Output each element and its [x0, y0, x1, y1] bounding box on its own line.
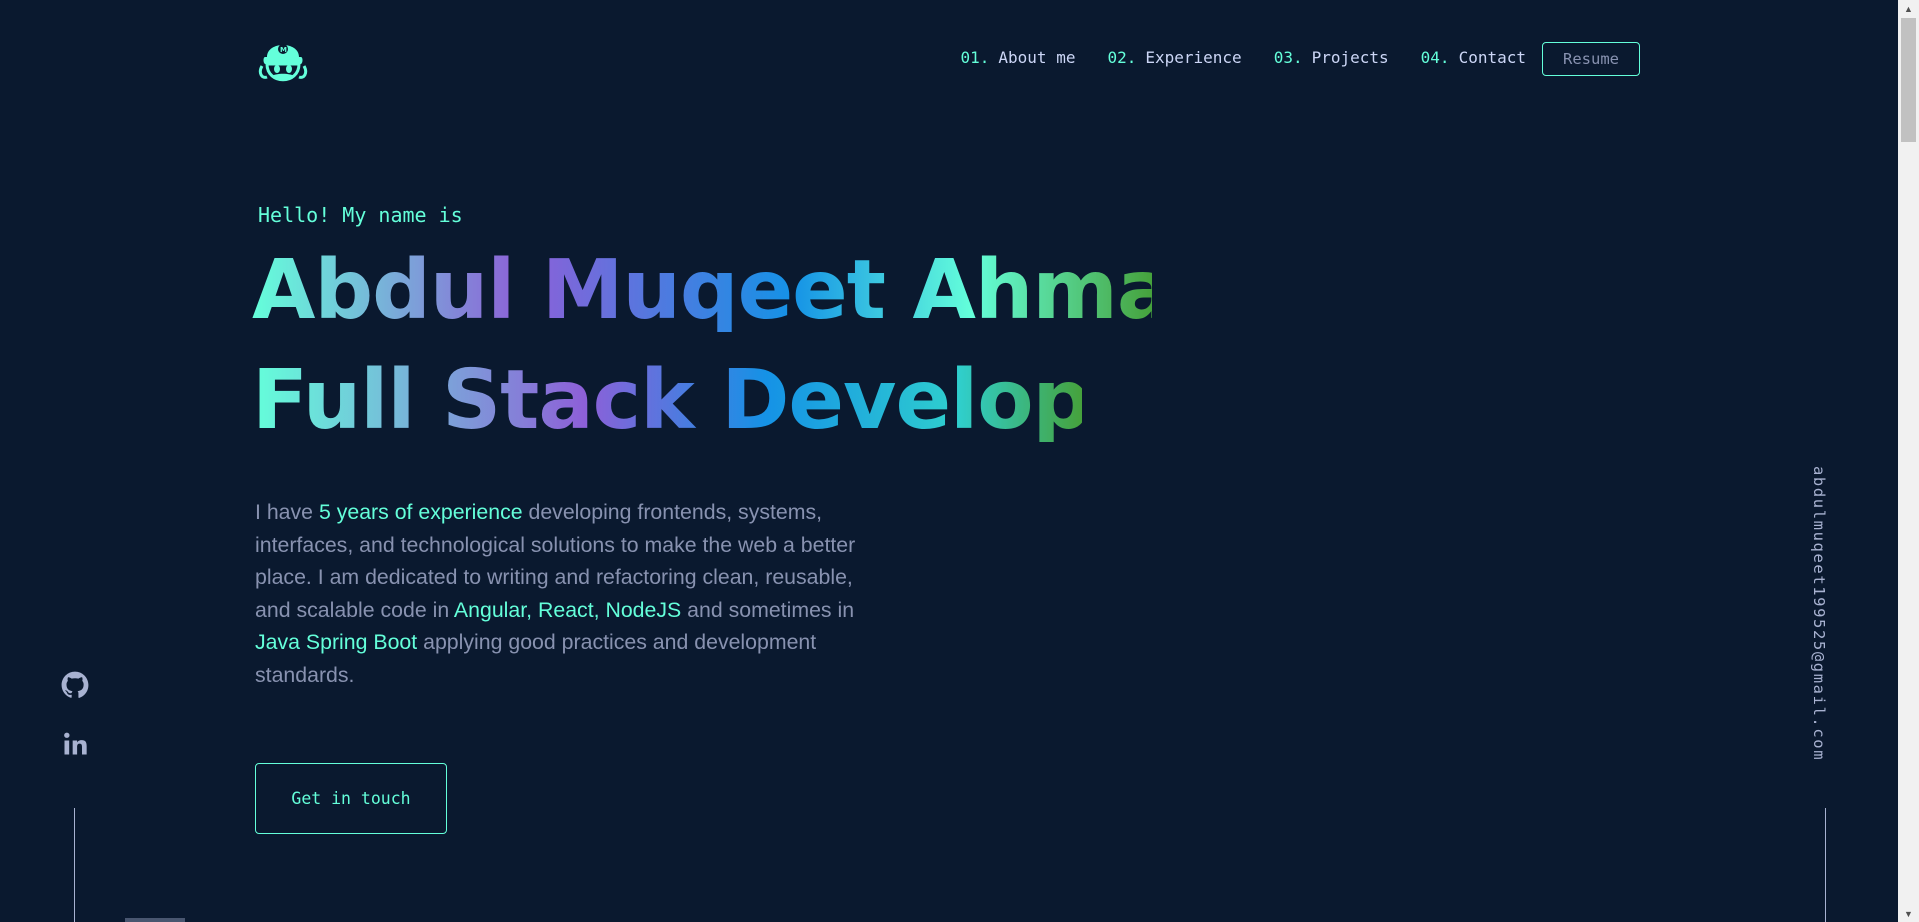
page-scrollbar[interactable]: ▲ ▼	[1898, 0, 1919, 922]
nav-number: 02.	[1107, 48, 1137, 67]
email-link[interactable]: abdulmuqeet199525@gmail.com	[1810, 466, 1828, 761]
hero-bio: I have 5 years of experience developing …	[255, 496, 885, 691]
bottom-element-edge	[125, 918, 185, 922]
nav-item-experience[interactable]: 02. Experience	[1107, 48, 1241, 67]
resume-button[interactable]: Resume	[1542, 42, 1640, 76]
bio-highlight-java: Java Spring Boot	[255, 630, 418, 654]
greeting-text: Hello! My name is	[258, 203, 463, 227]
nav-number: 03.	[1273, 48, 1303, 67]
bio-highlight-stack: Angular, React, NodeJS	[453, 597, 682, 622]
nav-item-about[interactable]: 01. About me	[960, 48, 1075, 67]
right-divider-line	[1825, 808, 1826, 922]
github-icon[interactable]	[61, 671, 89, 699]
get-in-touch-button[interactable]: Get in touch	[255, 763, 447, 834]
scroll-down-arrow-icon[interactable]: ▼	[1898, 905, 1919, 922]
nav-label: Projects	[1311, 48, 1389, 67]
main-nav: 01. About me 02. Experience 03. Projects 04…	[928, 48, 1526, 67]
scroll-up-arrow-icon[interactable]: ▲	[1898, 0, 1919, 17]
svg-text:M: M	[280, 46, 287, 54]
bio-text: and sometimes in	[681, 597, 855, 622]
scrollbar-thumb[interactable]	[1901, 18, 1916, 142]
hero-role: Full Stack Developer	[252, 353, 1185, 448]
bio-text: I have	[255, 500, 319, 524]
nav-number: 01.	[960, 48, 990, 67]
nav-label: Contact	[1458, 48, 1526, 67]
nav-item-projects[interactable]: 03. Projects	[1274, 48, 1389, 67]
logo-icon[interactable]: M	[258, 33, 308, 91]
nav-label: Experience	[1145, 48, 1242, 67]
linkedin-icon[interactable]	[61, 730, 89, 758]
bio-highlight-experience: 5 years of experience	[318, 500, 523, 524]
left-divider-line	[74, 808, 75, 922]
hero-name: Abdul Muqeet Ahmad.	[252, 243, 1260, 338]
nav-item-contact[interactable]: 04. Contact	[1421, 48, 1526, 67]
nav-label: About me	[998, 48, 1076, 67]
nav-number: 04.	[1420, 48, 1450, 67]
